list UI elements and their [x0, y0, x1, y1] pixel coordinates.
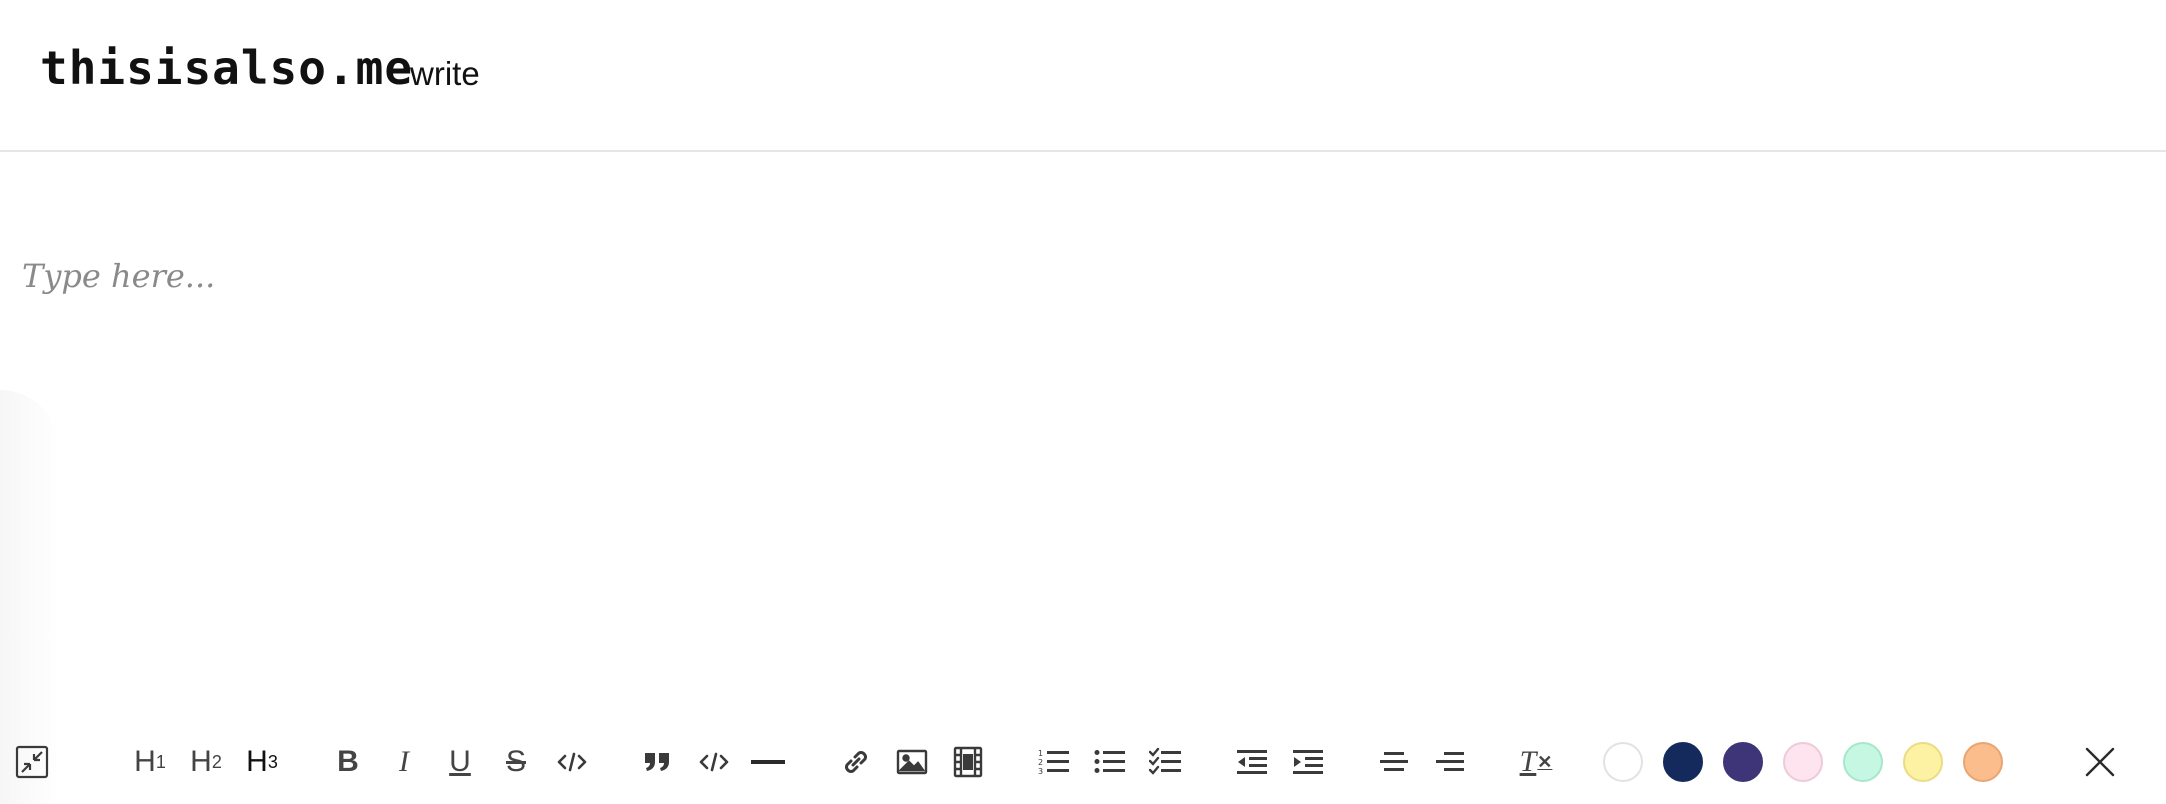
outdent-icon [1237, 750, 1267, 774]
heading-1-letter: H [134, 745, 156, 778]
italic-icon: I [399, 745, 409, 778]
horizontal-rule-button[interactable] [746, 740, 790, 784]
color-swatch-navy[interactable] [1663, 742, 1703, 782]
checklist-icon [1149, 747, 1181, 775]
clear-x-icon: ✕ [1537, 751, 1553, 772]
inline-code-button[interactable] [550, 740, 594, 784]
align-center-button[interactable] [1372, 740, 1416, 784]
image-button[interactable] [890, 740, 934, 784]
color-swatch-purple[interactable] [1723, 742, 1763, 782]
svg-text:1: 1 [1038, 749, 1043, 758]
film-icon [953, 746, 983, 778]
heading-3-button[interactable]: H3 [238, 740, 286, 784]
page: thisisalso.me write Type here... H1 H2 H… [0, 0, 2166, 804]
color-swatch-pink[interactable] [1783, 742, 1823, 782]
clear-formatting-icon: T [1519, 745, 1537, 778]
bullet-list-icon [1094, 750, 1125, 773]
color-swatch-yellow[interactable] [1903, 742, 1943, 782]
bold-button[interactable]: B [326, 740, 370, 784]
indent-button[interactable] [1286, 740, 1330, 784]
clear-formatting-button[interactable]: T ✕ [1514, 740, 1558, 784]
bullet-list-button[interactable] [1088, 740, 1132, 784]
underline-icon: U [449, 745, 471, 778]
video-button[interactable] [946, 740, 990, 784]
editor-placeholder: Type here... [22, 257, 216, 295]
heading-3-letter: H [246, 745, 268, 778]
code-block-icon [699, 752, 729, 772]
strikethrough-button[interactable]: S [494, 740, 538, 784]
horizontal-rule-icon [751, 760, 785, 764]
heading-1-number: 1 [155, 751, 166, 772]
heading-1-button[interactable]: H1 [126, 740, 174, 784]
blockquote-button[interactable] [636, 740, 680, 784]
ordered-list-button[interactable]: 1 2 3 [1032, 740, 1076, 784]
link-icon [845, 751, 867, 773]
heading-2-letter: H [190, 745, 212, 778]
quote-icon [645, 753, 669, 771]
heading-3-number: 3 [267, 751, 278, 772]
code-block-button[interactable] [692, 740, 736, 784]
site-header: thisisalso.me write [0, 0, 2166, 152]
editor-toolbar: H1 H2 H3 B I U S 1 2 3 T ✕ [0, 730, 2166, 796]
align-right-icon [1436, 752, 1464, 771]
heading-2-number: 2 [211, 751, 222, 772]
nav-write-link[interactable]: write [410, 52, 480, 96]
svg-text:2: 2 [1038, 758, 1043, 767]
svg-text:3: 3 [1038, 767, 1043, 776]
outdent-button[interactable] [1230, 740, 1274, 784]
link-button[interactable] [834, 740, 878, 784]
bold-icon: B [337, 745, 359, 778]
ordered-list-icon: 1 2 3 [1038, 749, 1069, 776]
italic-button[interactable]: I [382, 740, 426, 784]
close-icon[interactable] [2078, 740, 2122, 784]
align-right-button[interactable] [1428, 740, 1472, 784]
checklist-button[interactable] [1144, 740, 1188, 784]
underline-button[interactable]: U [438, 740, 482, 784]
editor-area[interactable]: Type here... [22, 250, 2142, 670]
color-swatch-orange[interactable] [1963, 742, 2003, 782]
align-center-icon [1380, 752, 1408, 771]
heading-2-button[interactable]: H2 [182, 740, 230, 784]
color-swatch-mint[interactable] [1843, 742, 1883, 782]
inline-code-icon [557, 752, 587, 772]
image-icon [896, 749, 928, 775]
strikethrough-icon: S [505, 745, 526, 778]
color-swatch-white[interactable] [1603, 742, 1643, 782]
site-logo[interactable]: thisisalso.me [40, 36, 413, 100]
exit-fullscreen-icon[interactable] [10, 740, 54, 784]
indent-icon [1293, 750, 1323, 774]
